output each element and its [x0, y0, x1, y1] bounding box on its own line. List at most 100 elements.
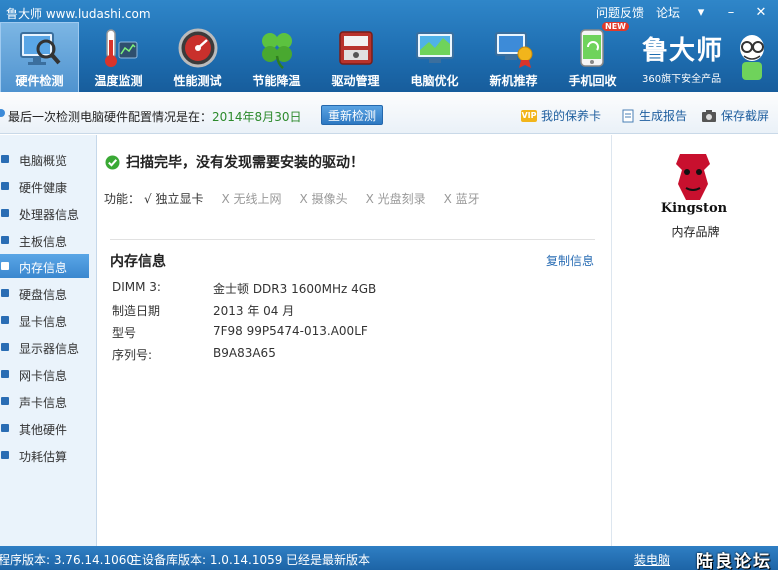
bullet-icon	[1, 236, 9, 244]
minimize-icon[interactable]: –	[722, 5, 740, 20]
sidebar-item-label: 显卡信息	[19, 315, 68, 329]
sidebar-item-disk[interactable]: 硬盘信息	[0, 281, 89, 305]
detail-key: DIMM 3:	[112, 280, 161, 294]
sidebar-item-label: 其他硬件	[19, 423, 68, 437]
bullet-icon	[1, 289, 9, 297]
sidebar-item-overview[interactable]: 电脑概览	[0, 147, 89, 171]
generate-report-link[interactable]: 生成报告	[621, 107, 687, 124]
camera-icon	[702, 109, 716, 122]
detail-key: 序列号:	[112, 348, 153, 362]
copy-info-link[interactable]: 复制信息	[546, 252, 594, 269]
detail-value: 2013 年 04 月	[213, 304, 295, 318]
tool-driver-management[interactable]: 驱动管理	[316, 22, 395, 92]
tool-temperature[interactable]: 温度监测	[79, 22, 158, 92]
tool-label: 驱动管理	[331, 74, 380, 88]
recheck-button[interactable]: 重新检测	[321, 105, 383, 125]
memory-brand-label: 内存品牌	[671, 225, 720, 239]
thermometer-icon	[104, 29, 137, 67]
brand-area: 鲁大师 360旗下安全产品	[640, 28, 772, 86]
save-screenshot-label: 保存截屏	[721, 109, 770, 123]
sidebar-item-cpu[interactable]: 处理器信息	[0, 201, 89, 225]
feature-item: X 光盘刻录	[365, 192, 426, 206]
tool-energy-saving[interactable]: 节能降温	[237, 22, 316, 92]
db-version: 主设备库版本: 1.0.14.1059	[130, 553, 283, 567]
bullet-icon	[1, 451, 9, 459]
tool-label: 手机回收	[568, 74, 617, 88]
section-title: 内存信息	[110, 254, 166, 270]
sidebar-item-gpu[interactable]: 显卡信息	[0, 308, 89, 332]
feedback-link[interactable]: 问题反馈	[596, 4, 644, 21]
tool-label: 节能降温	[252, 74, 301, 88]
sidebar-item-label: 处理器信息	[19, 208, 80, 222]
info-bar: 最后一次检测电脑硬件配置情况是在：2014年8月30日 重新检测 VIP 我的保…	[0, 92, 778, 134]
brand-panel: Kingston 内存品牌	[611, 135, 778, 546]
check-circle-icon	[105, 155, 120, 169]
tool-label: 电脑优化	[410, 74, 459, 88]
sidebar-item-label: 硬件健康	[19, 181, 68, 195]
detail-value: B9A83A65	[213, 346, 276, 360]
brand-subtitle: 360旗下安全产品	[642, 74, 722, 85]
app-title: 鲁大师 www.ludashi.com	[6, 7, 151, 21]
tool-label: 硬件检测	[15, 74, 64, 88]
report-icon	[622, 109, 634, 122]
sidebar-item-motherboard[interactable]: 主板信息	[0, 228, 89, 252]
main-content: 扫描完毕，没有发现需要安装的驱动！ 功能： √ 独立显卡 X 无线上网 X 摄像…	[98, 135, 610, 546]
sidebar-item-label: 内存信息	[19, 261, 68, 275]
forum-watermark: 陆良论坛	[696, 552, 772, 570]
new-badge: NEW	[602, 22, 629, 31]
scan-status: 扫描完毕，没有发现需要安装的驱动！	[105, 152, 364, 172]
sidebar-item-label: 硬盘信息	[19, 288, 68, 302]
kingston-wordmark: Kingston	[660, 201, 728, 216]
tool-hardware-check[interactable]: 硬件检测	[0, 22, 79, 92]
sidebar-item-other[interactable]: 其他硬件	[0, 416, 89, 440]
tool-phone-recycle[interactable]: NEW 手机回收	[553, 22, 632, 92]
tool-label: 温度监测	[94, 74, 143, 88]
sidebar-item-label: 声卡信息	[19, 396, 68, 410]
monitor-magnifier-icon	[19, 32, 61, 65]
bullet-icon	[1, 370, 9, 378]
brand-name: 鲁大师	[642, 36, 724, 66]
tool-performance[interactable]: 性能测试	[158, 22, 237, 92]
install-pc-link[interactable]: 装电脑	[634, 551, 670, 568]
sidebar-item-label: 电脑概览	[19, 154, 68, 168]
close-icon[interactable]: ✕	[752, 5, 770, 20]
sidebar-item-power[interactable]: 功耗估算	[0, 443, 89, 467]
info-dot-icon	[0, 109, 5, 117]
last-check-date: 2014年8月30日	[212, 110, 302, 124]
menu-icon[interactable]: ▾	[692, 5, 710, 20]
sidebar-item-label: 显示器信息	[19, 342, 80, 356]
sidebar-item-label: 主板信息	[19, 235, 68, 249]
divider	[110, 239, 595, 240]
feature-item: X 无线上网	[221, 192, 282, 206]
tool-pc-optimize[interactable]: 电脑优化	[395, 22, 474, 92]
speedometer-icon	[178, 28, 217, 68]
main-toolbar: 硬件检测 温度监测 性能测试 节能降温 驱动管理 电脑优化 新机推荐 NEW 手…	[0, 22, 632, 92]
tool-new-pc[interactable]: 新机推荐	[474, 22, 553, 92]
tool-label: 新机推荐	[489, 74, 538, 88]
sidebar-item-health[interactable]: 硬件健康	[0, 174, 89, 198]
detail-key: 制造日期	[112, 304, 161, 318]
vip-icon: VIP	[521, 109, 537, 122]
warranty-card-link[interactable]: VIP 我的保养卡	[521, 107, 601, 124]
optimize-monitor-icon	[415, 32, 454, 63]
sidebar-item-sound[interactable]: 声卡信息	[0, 389, 89, 413]
sidebar-item-network[interactable]: 网卡信息	[0, 362, 89, 386]
bullet-icon	[1, 209, 9, 217]
bullet-icon	[1, 262, 9, 270]
feature-item: X 蓝牙	[443, 192, 480, 206]
features-label: 功能：	[104, 192, 141, 206]
sidebar-item-monitor[interactable]: 显示器信息	[0, 335, 89, 359]
bullet-icon	[1, 316, 9, 324]
mascot-icon	[740, 35, 764, 80]
feature-item: X 摄像头	[299, 192, 348, 206]
status-bar: 程序版本: 3.76.14.1060 主设备库版本: 1.0.14.1059 已…	[0, 546, 778, 570]
top-bar: 鲁大师 www.ludashi.com 问题反馈 论坛 ▾ – ✕ 硬件检测 温…	[0, 0, 778, 92]
feature-list: 功能： √ 独立显卡 X 无线上网 X 摄像头 X 光盘刻录 X 蓝牙	[104, 190, 498, 207]
scan-status-text: 扫描完毕，没有发现需要安装的驱动！	[126, 155, 364, 171]
sidebar-item-memory[interactable]: 内存信息	[0, 254, 89, 278]
forum-link[interactable]: 论坛	[656, 4, 680, 21]
save-screenshot-link[interactable]: 保存截屏	[701, 107, 769, 124]
clover-leaf-icon	[261, 33, 292, 69]
phone-recycle-icon	[579, 29, 604, 67]
sidebar-item-label: 网卡信息	[19, 369, 68, 383]
